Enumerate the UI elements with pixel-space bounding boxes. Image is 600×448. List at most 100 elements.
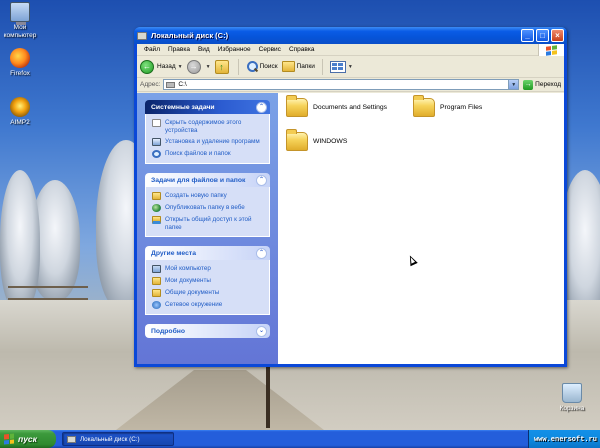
minimize-button[interactable]: _ xyxy=(521,29,534,42)
hide-icon xyxy=(152,119,161,127)
task-new-folder[interactable]: Создать новую папку xyxy=(152,192,265,200)
place-my-documents[interactable]: Мои документы xyxy=(152,277,265,285)
folder-item-program-files[interactable]: Program Files xyxy=(413,95,482,117)
task-label: Скрыть содержимое этого устройства xyxy=(165,119,242,134)
chevron-down-icon: ▼ xyxy=(177,63,183,70)
maximize-button[interactable]: □ xyxy=(536,29,549,42)
desktop-icon-label: компьютер xyxy=(3,32,37,39)
my-computer-icon xyxy=(152,265,161,273)
task-label: Мои документы xyxy=(165,277,211,284)
chevron-up-icon[interactable]: ⌃ xyxy=(256,101,267,113)
task-share-folder[interactable]: Открыть общий доступ к этой папке xyxy=(152,216,265,231)
toolbar: ← Назад ▼ → ▼ ↑ Поиск Папки ▼ xyxy=(137,56,564,78)
folder-icon xyxy=(286,129,308,151)
menu-bar: Файл Правка Вид Избранное Сервис Справка xyxy=(137,44,564,56)
panel-title: Системные задачи xyxy=(151,103,215,111)
wallpaper-fence xyxy=(8,286,88,300)
folder-icon xyxy=(413,95,435,117)
aimp-icon xyxy=(10,97,30,117)
menu-file[interactable]: Файл xyxy=(140,46,164,53)
window-client: Файл Правка Вид Избранное Сервис Справка… xyxy=(137,44,564,364)
address-bar: Адрес: C:\ ▼ → Переход xyxy=(137,78,564,92)
task-search-files[interactable]: Поиск файлов и папок xyxy=(152,150,265,158)
task-hide-contents[interactable]: Скрыть содержимое этого устройства xyxy=(152,119,265,134)
up-button[interactable]: ↑ xyxy=(214,59,231,74)
wallpaper-pole xyxy=(266,366,270,428)
search-label: Поиск xyxy=(259,63,278,70)
panel-body: Скрыть содержимое этого устройства Устан… xyxy=(145,114,270,164)
search-icon xyxy=(246,60,258,73)
file-list[interactable]: Documents and Settings Program Files WIN… xyxy=(278,93,564,364)
close-button[interactable]: × xyxy=(551,29,564,42)
windows-logo-icon xyxy=(538,44,564,56)
file-tasks-panel: Задачи для файлов и папок ⌃ Создать нову… xyxy=(145,173,270,237)
my-documents-icon xyxy=(152,277,161,285)
system-tasks-panel: Системные задачи ⌃ Скрыть содержимое это… xyxy=(145,100,270,164)
folder-up-icon: ↑ xyxy=(214,59,229,74)
menu-favorites[interactable]: Избранное xyxy=(214,46,255,53)
address-dropdown-button[interactable]: ▼ xyxy=(508,80,519,89)
menu-tools[interactable]: Сервис xyxy=(255,46,285,53)
details-header[interactable]: Подробно ⌄ xyxy=(145,324,270,338)
folders-button[interactable]: Папки xyxy=(281,61,315,72)
drive-icon xyxy=(166,81,176,88)
task-label: Мой компьютер xyxy=(165,265,211,272)
network-icon xyxy=(152,301,161,309)
task-label: Опубликовать папку в вебе xyxy=(165,204,245,211)
title-bar[interactable]: Локальный диск (C:) _ □ × xyxy=(134,27,567,44)
other-places-panel: Другие места ⌃ Мой компьютер Мои докумен… xyxy=(145,246,270,315)
place-network[interactable]: Сетевое окружение xyxy=(152,301,265,309)
file-tasks-header[interactable]: Задачи для файлов и папок ⌃ xyxy=(145,173,270,187)
menu-help[interactable]: Справка xyxy=(285,46,319,53)
go-button[interactable]: → Переход xyxy=(523,79,561,90)
add-remove-icon xyxy=(152,138,161,146)
mouse-cursor-icon xyxy=(406,253,418,267)
task-add-remove-programs[interactable]: Установка и удаление программ xyxy=(152,138,265,146)
address-input[interactable]: C:\ ▼ xyxy=(163,79,520,90)
task-label: Сетевое окружение xyxy=(165,301,223,308)
start-button[interactable]: пуск xyxy=(0,430,56,448)
panel-title: Другие места xyxy=(151,249,196,257)
forward-button[interactable]: → ▼ xyxy=(186,59,211,74)
publish-web-icon xyxy=(152,204,161,212)
menu-view[interactable]: Вид xyxy=(194,46,214,53)
explorer-window[interactable]: Локальный диск (C:) _ □ × Файл Правка Ви… xyxy=(134,27,567,367)
other-places-header[interactable]: Другие места ⌃ xyxy=(145,246,270,260)
folder-item-documents-and-settings[interactable]: Documents and Settings xyxy=(286,95,387,117)
chevron-down-icon: ▼ xyxy=(347,63,353,70)
folders-icon xyxy=(281,61,295,72)
place-my-computer[interactable]: Мой компьютер xyxy=(152,265,265,273)
chevron-up-icon[interactable]: ⌃ xyxy=(256,247,267,259)
toolbar-separator xyxy=(237,58,239,75)
back-button[interactable]: ← Назад ▼ xyxy=(140,59,183,74)
address-value: C:\ xyxy=(178,81,187,88)
views-button[interactable]: ▼ xyxy=(329,60,353,73)
place-shared-documents[interactable]: Общие документы xyxy=(152,289,265,297)
panel-body: Создать новую папку Опубликовать папку в… xyxy=(145,187,270,237)
desktop-icon-firefox[interactable]: Firefox xyxy=(0,48,42,78)
menu-edit[interactable]: Правка xyxy=(164,46,194,53)
go-arrow-icon: → xyxy=(523,79,534,90)
task-label: Общие документы xyxy=(165,289,220,296)
panel-title: Задачи для файлов и папок xyxy=(151,176,246,184)
drive-icon xyxy=(137,31,147,40)
folder-item-windows[interactable]: WINDOWS xyxy=(286,129,348,151)
views-icon xyxy=(329,60,346,73)
search-icon xyxy=(152,150,161,158)
desktop-icon-recycle-bin[interactable]: Корзина xyxy=(550,383,594,413)
taskbar-button-local-disk[interactable]: Локальный диск (C:) xyxy=(62,432,174,446)
system-tasks-header[interactable]: Системные задачи ⌃ xyxy=(145,100,270,114)
search-button[interactable]: Поиск xyxy=(246,60,278,73)
desktop-icon-aimp[interactable]: AIMP2 xyxy=(0,97,42,127)
chevron-up-icon[interactable]: ⌃ xyxy=(256,174,267,186)
back-label: Назад xyxy=(157,63,176,70)
folder-name: WINDOWS xyxy=(313,138,348,145)
desktop-icon-my-computer[interactable]: Мой компьютер xyxy=(0,2,42,40)
task-publish-web[interactable]: Опубликовать папку в вебе xyxy=(152,204,265,212)
chevron-down-icon[interactable]: ⌄ xyxy=(256,325,267,337)
panel-title: Подробно xyxy=(151,327,186,335)
start-label: пуск xyxy=(18,434,37,444)
new-folder-icon xyxy=(152,192,161,200)
address-label: Адрес: xyxy=(140,81,161,88)
my-computer-icon xyxy=(10,2,30,25)
